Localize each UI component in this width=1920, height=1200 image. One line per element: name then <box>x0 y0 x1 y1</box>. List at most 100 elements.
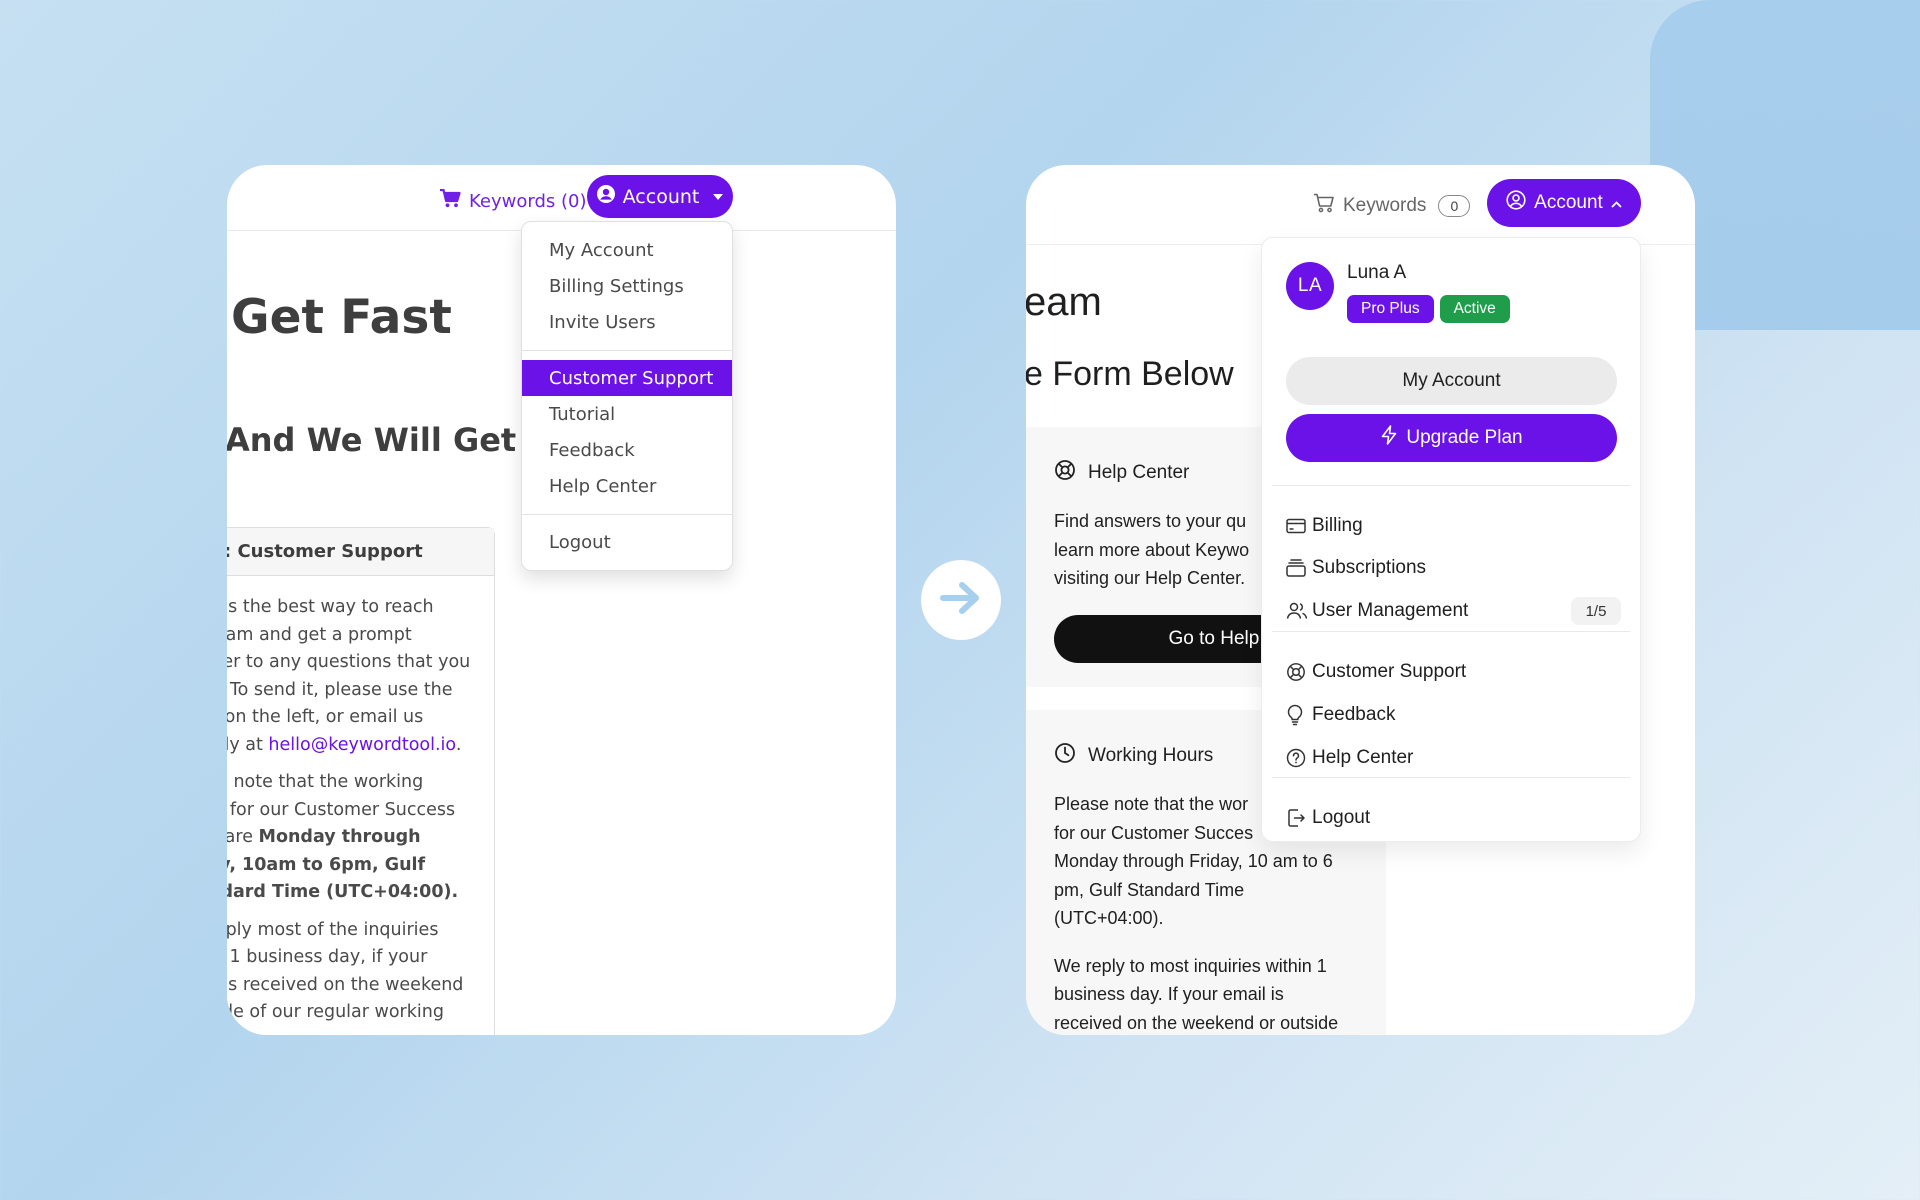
text-line: (UTC+04:00). <box>1054 908 1164 928</box>
menu-item-user-management[interactable]: User Management 1/5 <box>1286 594 1621 628</box>
avatar: LA <box>1286 262 1334 310</box>
old-support-card: : Customer Support il is the best way to… <box>227 527 495 1035</box>
old-keywords-link[interactable]: Keywords (0) <box>440 185 586 217</box>
menu-divider <box>522 514 732 515</box>
text-line: rs for our Customer Success <box>227 799 456 820</box>
old-headline-1: Get Fast <box>231 290 452 345</box>
hours-card-title-row: Working Hours <box>1054 742 1213 770</box>
user-name: Luna A <box>1347 262 1407 283</box>
text-fragment: ctly at <box>227 734 263 755</box>
old-menu-item-tutorial[interactable]: Tutorial <box>522 396 732 432</box>
old-card-para-1: il is the best way to reach team and get… <box>227 594 496 759</box>
text-line: We reply to most inquiries within 1 <box>1054 955 1327 976</box>
text-line: e. To send it, please use the <box>227 679 453 700</box>
help-card-title: Help Center <box>1088 462 1190 483</box>
old-menu-item-logout[interactable]: Logout <box>522 524 732 560</box>
text-line: side of our regular working <box>227 1002 444 1022</box>
old-account-dropdown: My Account Billing Settings Invite Users… <box>521 221 733 571</box>
new-account-button[interactable]: Account <box>1487 179 1641 227</box>
old-account-button[interactable]: Account <box>587 175 733 218</box>
upgrade-plan-button[interactable]: Upgrade Plan <box>1286 414 1617 462</box>
menu-item-customer-support-label: Customer Support <box>1312 661 1467 682</box>
logout-icon <box>1286 808 1312 828</box>
new-headline-2: e Form Below <box>1026 355 1234 393</box>
new-ui-panel: Keywords 0 Account eam e Form Below Help… <box>1026 165 1695 1035</box>
old-headline-2: And We Will Get <box>227 421 517 459</box>
text-fragment: . <box>455 734 462 755</box>
text-line: Monday through Friday, 10 am to 6 <box>1054 851 1333 871</box>
text-line: wer to any questions that you <box>227 652 471 672</box>
text-line: pm, Gulf Standard Time <box>1054 879 1245 900</box>
caret-down-icon <box>713 193 724 200</box>
menu-item-billing-label: Billing <box>1312 515 1363 536</box>
menu-divider <box>522 350 732 351</box>
menu-item-subscriptions-label: Subscriptions <box>1312 557 1427 578</box>
old-card-para-2: se note that the working rs for our Cust… <box>227 769 496 907</box>
text-line: n are Monday through <box>227 824 496 852</box>
text-fragment: n are <box>227 827 253 847</box>
stack-icon <box>1286 559 1312 577</box>
keywords-count-badge: 0 <box>1438 195 1471 217</box>
old-card-para-3: reply most of the inquiries in 1 busines… <box>227 917 496 1027</box>
user-count-badge: 1/5 <box>1571 597 1621 625</box>
user-circle-icon <box>1506 190 1526 216</box>
text-line: ay, 10am to 6pm, Gulf <box>227 854 426 875</box>
users-icon <box>1286 602 1312 620</box>
old-menu-item-help-center[interactable]: Help Center <box>522 468 732 504</box>
transition-arrow <box>921 560 1001 640</box>
lightbulb-icon <box>1286 704 1312 726</box>
text-line: reply most of the inquiries <box>227 919 439 940</box>
text-fragment: Monday through <box>258 827 421 847</box>
hours-card-title: Working Hours <box>1088 745 1214 766</box>
clock-icon <box>1054 742 1076 770</box>
text-line: received on the weekend or outside <box>1054 1012 1339 1033</box>
text-line: ndard Time (UTC+04:00). <box>227 882 459 902</box>
question-circle-icon <box>1286 748 1312 768</box>
menu-item-help-center[interactable]: Help Center <box>1286 741 1621 775</box>
old-keywords-label: Keywords (0) <box>469 190 587 212</box>
text-line: se note that the working <box>227 772 424 792</box>
new-headline-1: eam <box>1026 280 1102 324</box>
lifebuoy-icon <box>1286 662 1312 682</box>
text-line: in 1 business day, if your <box>227 947 428 967</box>
new-topbar: Keywords 0 Account <box>1026 165 1695 245</box>
menu-item-subscriptions[interactable]: Subscriptions <box>1286 551 1621 585</box>
lifebuoy-icon <box>1054 459 1076 487</box>
text-line: n on the left, or email us <box>227 707 424 727</box>
text-line: ctly at hello@keywordtool.io. <box>227 732 496 760</box>
new-keywords-link[interactable]: Keywords 0 <box>1313 189 1471 223</box>
text-line: il is received on the weekend <box>227 974 464 995</box>
text-line: business day. If your email is <box>1054 984 1284 1004</box>
menu-divider <box>1272 485 1630 486</box>
my-account-button[interactable]: My Account <box>1286 357 1617 405</box>
old-menu-item-billing-settings[interactable]: Billing Settings <box>522 268 732 304</box>
old-menu-item-customer-support[interactable]: Customer Support <box>522 360 732 396</box>
menu-item-feedback[interactable]: Feedback <box>1286 698 1621 732</box>
upgrade-plan-label: Upgrade Plan <box>1406 427 1523 448</box>
menu-item-help-center-label: Help Center <box>1312 747 1414 768</box>
menu-item-feedback-label: Feedback <box>1312 704 1396 725</box>
old-menu-item-invite-users[interactable]: Invite Users <box>522 304 732 340</box>
menu-item-customer-support[interactable]: Customer Support <box>1286 655 1621 689</box>
new-account-dropdown: LA Luna A Pro Plus Active My Account Upg… <box>1261 237 1641 842</box>
help-card-title-row: Help Center <box>1054 459 1189 487</box>
arrow-right-icon <box>940 581 982 620</box>
email-link[interactable]: hello@keywordtool.io <box>268 735 455 755</box>
old-card-title: : Customer Support <box>227 528 494 576</box>
credit-card-icon <box>1286 518 1312 534</box>
status-badge: Active <box>1439 295 1510 323</box>
hours-para-2: We reply to most inquiries within 1 busi… <box>1054 952 1384 1036</box>
menu-item-logout-label: Logout <box>1312 807 1371 828</box>
cart-icon <box>1313 193 1335 219</box>
text-line: il is the best way to reach <box>227 597 434 617</box>
new-keywords-label: Keywords <box>1343 195 1427 216</box>
menu-item-logout[interactable]: Logout <box>1286 801 1621 835</box>
old-menu-item-my-account[interactable]: My Account <box>522 232 732 268</box>
old-card-body: il is the best way to reach team and get… <box>227 594 496 1027</box>
user-circle-icon <box>596 185 615 208</box>
old-menu-item-feedback[interactable]: Feedback <box>522 432 732 468</box>
menu-item-user-management-label: User Management <box>1312 600 1469 621</box>
menu-divider <box>1272 631 1630 632</box>
menu-item-billing[interactable]: Billing <box>1286 509 1621 543</box>
cart-icon <box>440 188 461 213</box>
